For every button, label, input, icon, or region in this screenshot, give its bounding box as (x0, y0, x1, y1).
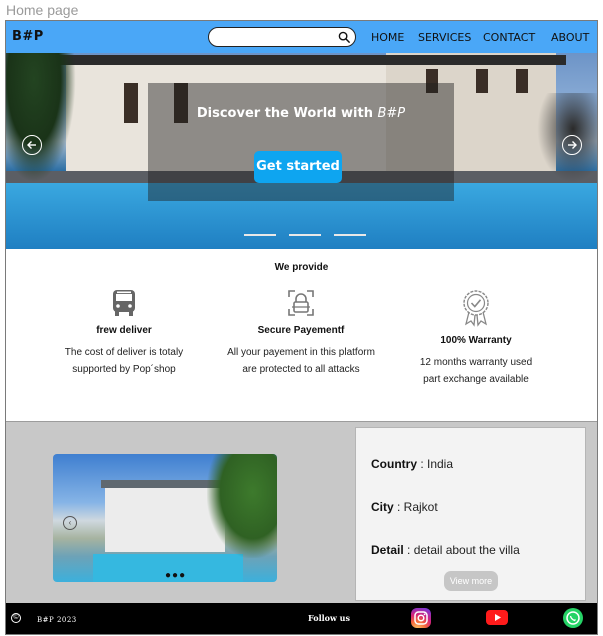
hero-title-brand: B#P (377, 106, 406, 121)
villa-info-card: Country : India City : Rajkot Detail : d… (355, 427, 586, 601)
villa-country-label: Country (371, 457, 417, 471)
feature-desc: The cost of deliver is totaly supported … (34, 344, 214, 378)
page-frame: B#P HOME SERVICES CONTACT ABOUT Discover… (5, 20, 598, 635)
search-icon[interactable] (338, 31, 351, 44)
features-title: We provide (274, 262, 329, 273)
features-section: We provide frew deliver The cost of deli… (6, 249, 597, 421)
bus-icon (113, 290, 135, 316)
feature-title: Secure Payementf (257, 325, 345, 336)
arrow-left-icon (27, 141, 36, 149)
feature-desc: All your payement in this platform are p… (211, 344, 391, 378)
top-navbar: B#P HOME SERVICES CONTACT ABOUT (6, 21, 597, 53)
villa-image-dots[interactable]: ●●● (165, 570, 186, 581)
villa-detail-label: Detail (371, 543, 404, 557)
villa-prev-button[interactable]: ‹ (63, 516, 77, 530)
villa-image-carousel[interactable]: ‹ ●●● (53, 454, 277, 582)
hero-image-palm (6, 53, 76, 183)
feature-desc-line: All your payement in this platform (227, 347, 375, 358)
follow-us-label: Follow us (308, 613, 350, 623)
feature-desc-line: are protected to all attacks (242, 364, 360, 375)
youtube-icon[interactable] (486, 610, 508, 625)
carousel-indicators (244, 234, 374, 238)
carousel-indicator[interactable] (244, 234, 276, 236)
hero-image-roof (46, 55, 566, 65)
secure-lock-icon (288, 290, 314, 316)
villa-country-value: : India (417, 457, 454, 471)
youtube-glyph (495, 614, 501, 621)
arrow-right-icon (568, 141, 577, 149)
villa-section: ‹ ●●● Country : India City : Rajkot Deta… (6, 421, 597, 603)
feature-warranty: 100% Warranty 12 months warranty used pa… (386, 289, 566, 388)
hero-image-window (124, 83, 138, 123)
feature-desc-line: The cost of deliver is totaly (64, 347, 184, 358)
nav-link-services[interactable]: SERVICES (418, 31, 471, 44)
carousel-next-button[interactable] (562, 135, 582, 155)
villa-image-tree (207, 454, 277, 558)
feature-secure-payment: Secure Payementf All your payement in th… (211, 289, 391, 378)
hero-title: Discover the World with B#P (148, 106, 454, 121)
carousel-indicator[interactable] (289, 234, 321, 236)
warranty-badge-icon (463, 290, 489, 327)
nav-link-contact[interactable]: CONTACT (483, 31, 535, 44)
carousel-prev-button[interactable] (22, 135, 42, 155)
hero-title-text: Discover the World with (196, 106, 373, 121)
search-box[interactable] (208, 27, 356, 47)
whatsapp-glyph (566, 611, 580, 625)
feature-desc-line: 12 months warranty used (419, 357, 533, 368)
whatsapp-icon[interactable] (563, 608, 583, 628)
view-more-button[interactable]: View more (444, 571, 498, 591)
instagram-icon[interactable] (411, 608, 431, 628)
nav-link-about[interactable]: ABOUT (551, 31, 589, 44)
footer: © B#P 2023 Follow us (6, 603, 597, 634)
search-input[interactable] (217, 29, 341, 47)
hero-overlay (148, 83, 454, 201)
feature-delivery: frew deliver The cost of deliver is tota… (34, 289, 214, 378)
villa-city-label: City (371, 500, 394, 514)
feature-title: frew deliver (96, 325, 152, 336)
villa-country: Country : India (371, 457, 453, 471)
villa-detail: Detail : detail about the villa (371, 543, 520, 557)
villa-city-value: : Rajkot (393, 500, 438, 514)
feature-desc-line: supported by Pop´shop (72, 364, 176, 375)
hero-image-window (476, 69, 488, 93)
frame-label: Home page (6, 2, 79, 18)
get-started-button[interactable]: Get started (254, 151, 342, 183)
villa-detail-value: : detail about the villa (403, 543, 520, 557)
instagram-glyph (414, 611, 428, 625)
hero-carousel: Discover the World with B#P Get started (6, 53, 597, 249)
feature-desc-line: part exchange available (423, 374, 529, 385)
villa-city: City : Rajkot (371, 500, 438, 514)
footer-year: B#P 2023 (37, 616, 77, 624)
nav-link-home[interactable]: HOME (371, 31, 404, 44)
feature-title: 100% Warranty (440, 335, 512, 346)
feature-desc: 12 months warranty used part exchange av… (386, 354, 566, 388)
carousel-indicator[interactable] (334, 234, 366, 236)
copyright-icon: © (11, 613, 21, 623)
hero-image-window (516, 69, 528, 93)
brand-logo[interactable]: B#P (12, 29, 44, 44)
